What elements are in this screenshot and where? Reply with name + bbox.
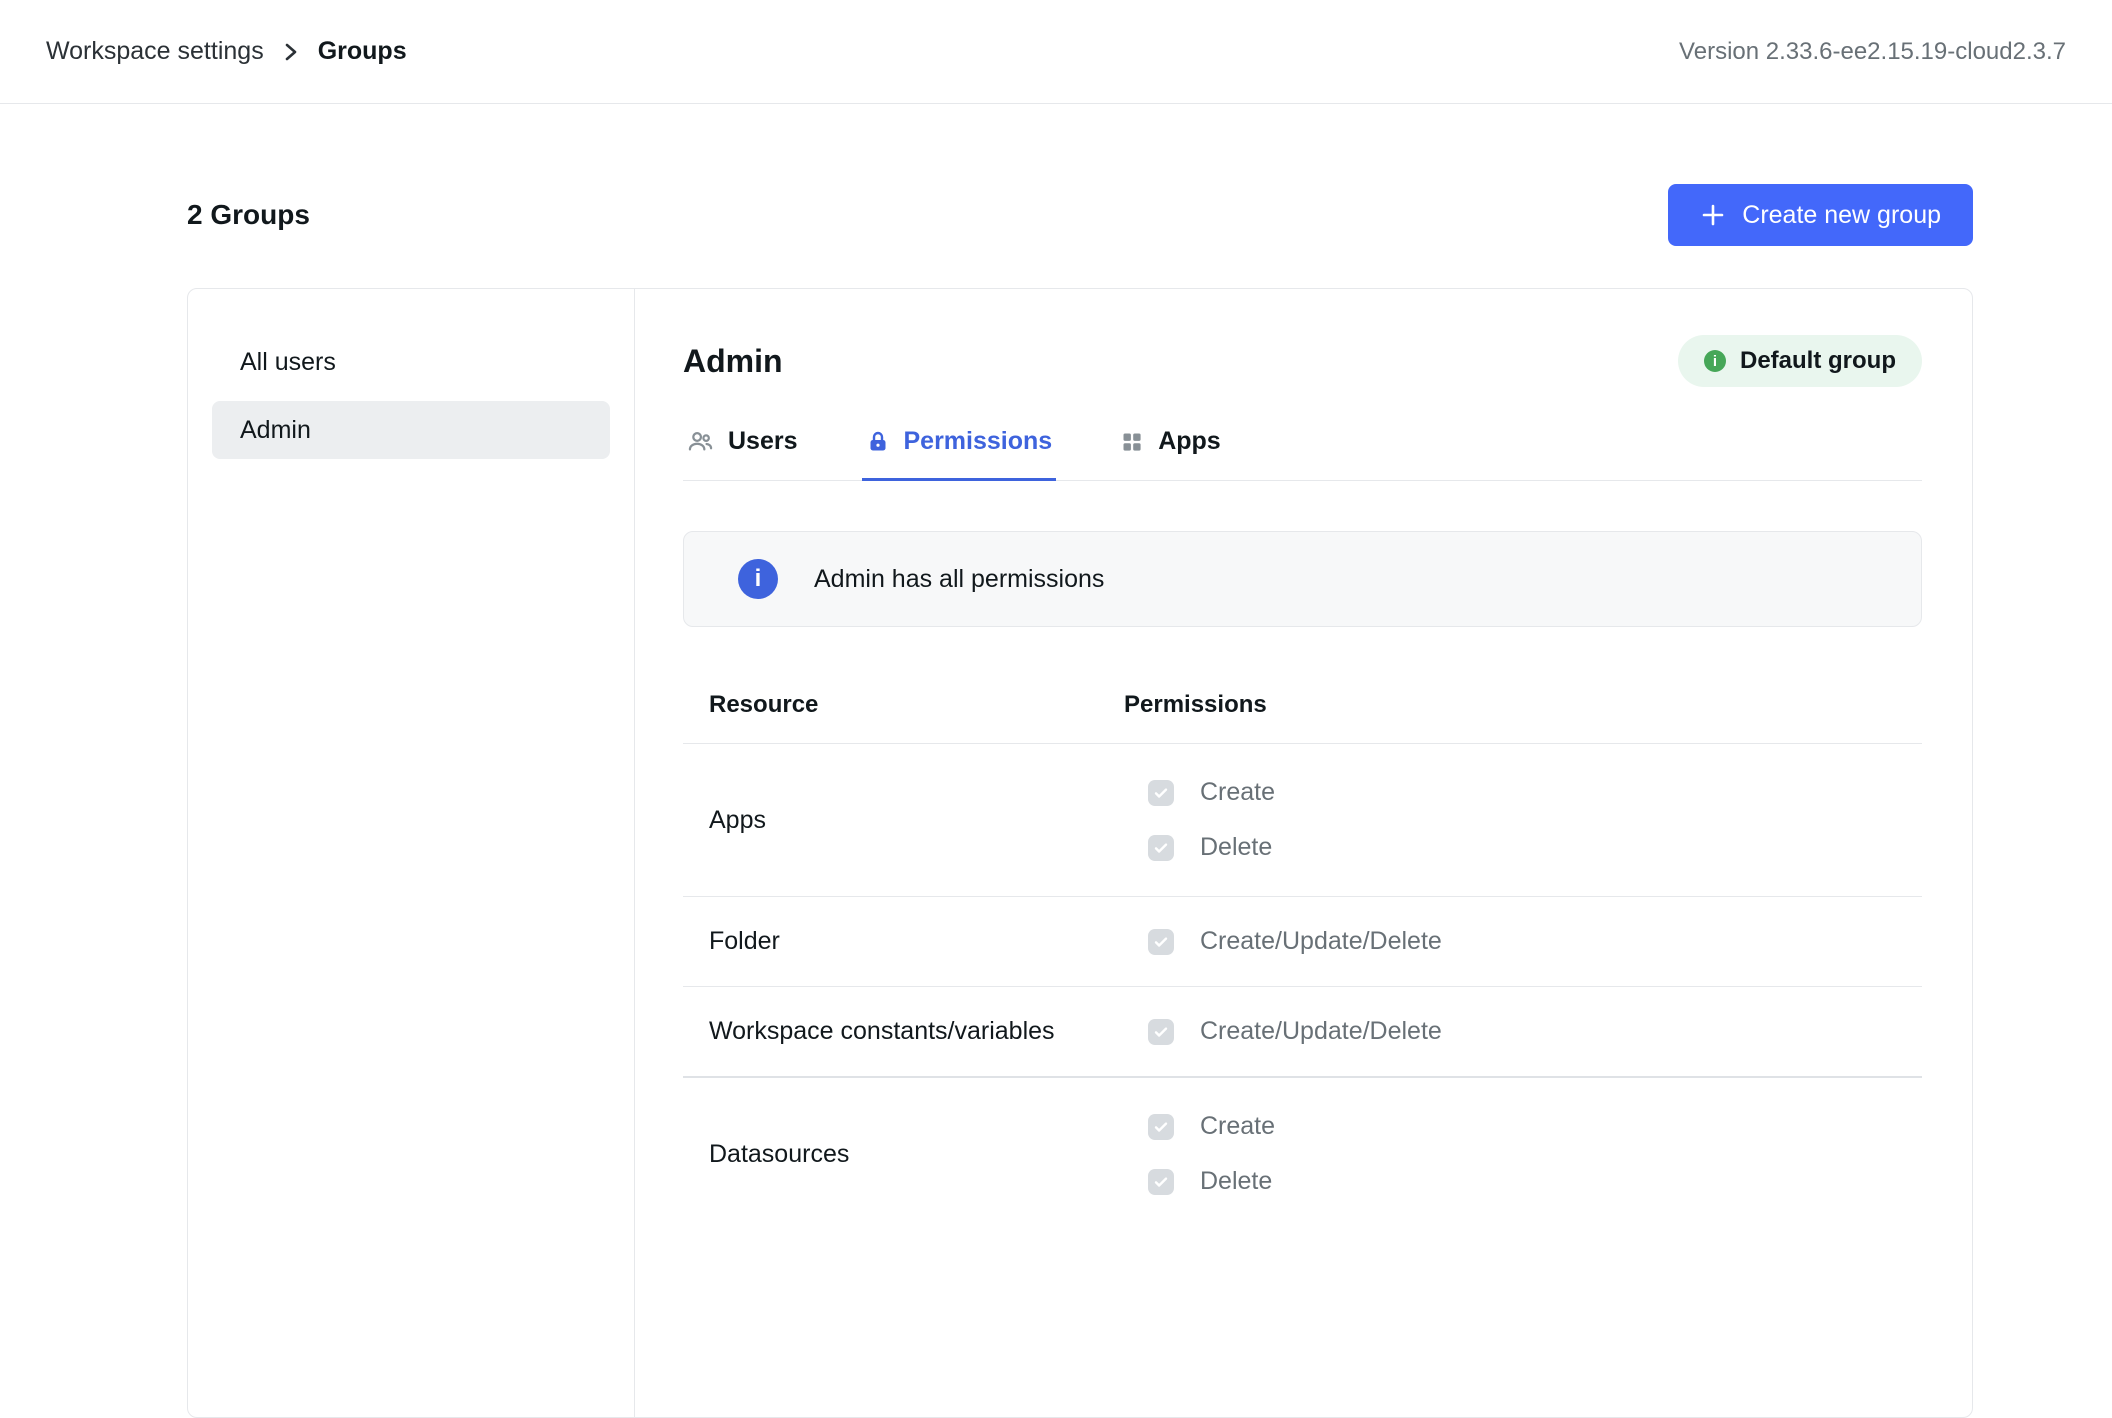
create-new-group-button[interactable]: Create new group xyxy=(1668,184,1973,246)
permission-item: Delete xyxy=(1148,833,1922,862)
permission-item: Delete xyxy=(1148,1167,1922,1196)
resource-label: Apps xyxy=(709,806,1124,835)
group-item-label: All users xyxy=(240,348,336,377)
table-row-datasources: Datasources Create xyxy=(683,1078,1922,1230)
table-row-workspace-constants: Workspace constants/variables Create/Upd… xyxy=(683,987,1922,1078)
permissions-cell: Create Delete xyxy=(1124,1112,1922,1196)
group-item-admin[interactable]: Admin xyxy=(212,401,610,459)
main-content: 2 Groups Create new group All users Admi… xyxy=(0,184,2112,1418)
table-row-apps: Apps Create xyxy=(683,744,1922,897)
table-header-row: Resource Permissions xyxy=(683,667,1922,744)
group-detail-header: Admin i Default group xyxy=(683,335,1922,387)
info-banner-text: Admin has all permissions xyxy=(814,565,1104,594)
resource-label: Workspace constants/variables xyxy=(709,1017,1124,1046)
permission-item: Create/Update/Delete xyxy=(1148,1017,1922,1046)
group-title: Admin xyxy=(683,343,783,380)
breadcrumb-current-groups: Groups xyxy=(318,37,407,66)
permission-item: Create xyxy=(1148,778,1922,807)
resource-label: Datasources xyxy=(709,1140,1124,1169)
group-list: All users Admin xyxy=(188,289,635,1417)
tab-users[interactable]: Users xyxy=(683,417,802,481)
group-item-all-users[interactable]: All users xyxy=(212,333,610,391)
group-item-label: Admin xyxy=(240,416,311,445)
permissions-cell: Create/Update/Delete xyxy=(1124,927,1922,956)
group-tabs: Users Permissions xyxy=(683,417,1922,481)
users-icon xyxy=(687,428,714,455)
permission-item: Create/Update/Delete xyxy=(1148,927,1922,956)
column-header-permissions: Permissions xyxy=(1124,691,1922,719)
group-detail-panel: Admin i Default group xyxy=(635,289,1972,1417)
create-new-group-label: Create new group xyxy=(1742,201,1941,230)
badge-info-icon: i xyxy=(1704,350,1726,372)
breadcrumb-workspace-settings[interactable]: Workspace settings xyxy=(46,37,264,66)
resource-label: Folder xyxy=(709,927,1124,956)
top-header: Workspace settings Groups Version 2.33.6… xyxy=(0,0,2112,104)
plus-icon xyxy=(1700,202,1726,228)
groups-card: All users Admin Admin i Default group xyxy=(187,288,1973,1418)
tab-permissions[interactable]: Permissions xyxy=(862,417,1057,481)
permission-label: Create/Update/Delete xyxy=(1200,1017,1442,1046)
checkbox-apps-create[interactable] xyxy=(1148,780,1174,806)
groups-count-heading: 2 Groups xyxy=(187,199,310,231)
permission-label: Create xyxy=(1200,1112,1275,1141)
permissions-table: Resource Permissions Apps Create xyxy=(683,667,1922,1230)
permission-label: Delete xyxy=(1200,1167,1272,1196)
version-label: Version 2.33.6-ee2.15.19-cloud2.3.7 xyxy=(1679,38,2066,66)
tab-permissions-label: Permissions xyxy=(904,427,1053,456)
permissions-cell: Create/Update/Delete xyxy=(1124,1017,1922,1046)
breadcrumb: Workspace settings Groups xyxy=(46,37,407,66)
apps-grid-icon xyxy=(1120,430,1144,454)
checkbox-datasources-create[interactable] xyxy=(1148,1114,1174,1140)
permission-label: Create/Update/Delete xyxy=(1200,927,1442,956)
permissions-cell: Create Delete xyxy=(1124,778,1922,862)
permission-label: Create xyxy=(1200,778,1275,807)
default-group-badge: i Default group xyxy=(1678,335,1922,387)
checkbox-apps-delete[interactable] xyxy=(1148,835,1174,861)
page-header-row: 2 Groups Create new group xyxy=(187,184,1973,246)
table-row-folder: Folder Create/Update/Delete xyxy=(683,897,1922,987)
info-banner: i Admin has all permissions xyxy=(683,531,1922,627)
tab-apps-label: Apps xyxy=(1158,427,1221,456)
workspace-settings-groups-page: Workspace settings Groups Version 2.33.6… xyxy=(0,0,2112,1418)
permission-item: Create xyxy=(1148,1112,1922,1141)
checkbox-folder-cud[interactable] xyxy=(1148,929,1174,955)
checkbox-constants-cud[interactable] xyxy=(1148,1019,1174,1045)
checkbox-datasources-delete[interactable] xyxy=(1148,1169,1174,1195)
column-header-resource: Resource xyxy=(709,691,1124,719)
lock-icon xyxy=(866,430,890,454)
tab-users-label: Users xyxy=(728,427,798,456)
tab-apps[interactable]: Apps xyxy=(1116,417,1225,481)
chevron-right-icon xyxy=(282,40,300,64)
permission-label: Delete xyxy=(1200,833,1272,862)
default-group-badge-label: Default group xyxy=(1740,347,1896,375)
info-circle-icon: i xyxy=(738,559,778,599)
